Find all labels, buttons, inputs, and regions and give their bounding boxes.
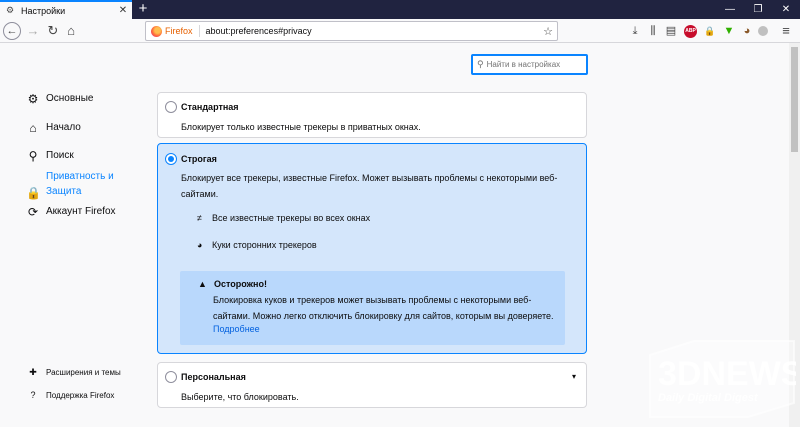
url-bar[interactable]: Firefox about:preferences#privacy ☆	[145, 21, 558, 41]
downloads-icon[interactable]: ⤓	[628, 23, 642, 39]
search-icon: ⚲	[477, 59, 484, 69]
search-input[interactable]	[486, 60, 577, 69]
gear-icon: ⚙	[6, 5, 15, 15]
help-icon: ?	[30, 390, 36, 400]
sidebar-item-account[interactable]: ⟳ Аккаунт Firefox	[26, 206, 116, 218]
learn-more-link[interactable]: Подробнее	[213, 324, 260, 334]
option-description: Выберите, что блокировать.	[181, 392, 299, 402]
option-title: Персональная	[181, 372, 246, 382]
radio-standard[interactable]	[165, 101, 177, 113]
extensions-themes-link[interactable]: ✚ Расширения и темы	[26, 367, 121, 378]
watermark-subtext: Daily Digital Digest	[658, 392, 759, 404]
support-link[interactable]: ? Поддержка Firefox	[26, 390, 114, 400]
watermark-text: 3DNEWS	[658, 355, 796, 393]
library-icon[interactable]: ⫼	[646, 23, 660, 39]
scrollbar-thumb[interactable]	[791, 47, 798, 152]
green-extension-icon[interactable]: ▼	[722, 23, 736, 39]
menu-icon[interactable]: ≡	[778, 23, 794, 39]
bookmark-star-icon[interactable]: ☆	[543, 25, 553, 38]
sidebar-icon[interactable]: ▤	[664, 23, 678, 39]
chevron-down-icon[interactable]: ▾	[572, 372, 576, 381]
warning-box: ▲ Осторожно! Блокировка куков и трекеров…	[180, 271, 565, 345]
bullet-label: Куки сторонних трекеров	[212, 240, 317, 250]
option-standard[interactable]: Стандартная Блокирует только известные т…	[157, 92, 587, 138]
cookie-icon: ◕	[197, 240, 203, 250]
option-strict[interactable]: Строгая Блокирует все трекеры, известные…	[157, 143, 587, 354]
warning-icon: ▲	[198, 279, 207, 289]
radio-strict[interactable]	[165, 153, 177, 165]
sidebar-item-privacy[interactable]: 🔒 Приватность и Защита	[26, 169, 136, 199]
url-text[interactable]: about:preferences#privacy	[206, 26, 544, 36]
navigation-toolbar: ← → ↻ ⌂ Firefox about:preferences#privac…	[0, 19, 800, 43]
home-icon: ⌂	[29, 121, 37, 135]
sidebar-item-general[interactable]: ⚙ Основные	[26, 92, 94, 106]
home-button[interactable]: ⌂	[62, 22, 80, 40]
firefox-icon	[151, 25, 162, 37]
bullet-trackers: ≠ Все известные трекеры во всех окнах	[197, 213, 370, 223]
identity-label[interactable]: Firefox	[165, 26, 193, 36]
option-title: Стандартная	[181, 102, 239, 112]
option-description: Блокирует только известные трекеры в при…	[181, 122, 421, 132]
forward-button[interactable]: →	[24, 22, 42, 40]
tab-settings[interactable]: ⚙ Настройки ✕	[0, 0, 132, 19]
extension-icon[interactable]	[758, 26, 768, 36]
lock-icon: 🔒	[26, 186, 41, 200]
footer-link-label: Поддержка Firefox	[46, 390, 115, 400]
sidebar-item-label: Поиск	[46, 150, 74, 161]
search-settings-field[interactable]: ⚲	[471, 54, 588, 75]
tab-title: Настройки	[21, 5, 66, 16]
radio-custom[interactable]	[165, 371, 177, 383]
option-description: Блокирует все трекеры, известные Firefox…	[181, 173, 558, 199]
reload-button[interactable]: ↻	[44, 22, 62, 40]
bullet-label: Все известные трекеры во всех окнах	[212, 213, 371, 223]
back-button[interactable]: ←	[3, 22, 21, 40]
divider	[198, 25, 200, 37]
sidebar-item-search[interactable]: ⚲ Поиск	[26, 150, 74, 162]
adblock-icon[interactable]: ABP	[684, 25, 697, 38]
sidebar-item-label: Приватность и Защита	[46, 171, 114, 197]
warning-body: Блокировка куков и трекеров может вызыва…	[213, 295, 554, 321]
watermark-graphic: 3DNEWS Daily Digital Digest	[649, 340, 800, 418]
close-tab-icon[interactable]: ✕	[116, 5, 130, 16]
cookie-extension-icon[interactable]: ◕	[740, 23, 754, 39]
tracker-icon: ≠	[197, 213, 202, 223]
warning-title-text: Осторожно!	[214, 279, 267, 289]
puzzle-icon: ✚	[29, 367, 37, 377]
new-tab-button[interactable]: +	[135, 1, 151, 17]
sidebar-item-home[interactable]: ⌂ Начало	[26, 121, 81, 135]
footer-link-label: Расширения и темы	[46, 368, 121, 377]
lock-extension-icon[interactable]: 🔒	[703, 23, 717, 39]
restore-button[interactable]: ❐	[744, 0, 772, 19]
warning-title: ▲ Осторожно!	[198, 279, 267, 289]
tab-bar: ⚙ Настройки ✕ + — ❐ ✕	[0, 0, 800, 19]
sync-icon: ⟳	[27, 205, 39, 219]
sidebar-item-label: Основные	[46, 93, 94, 104]
close-window-button[interactable]: ✕	[772, 0, 800, 19]
sidebar-item-label: Начало	[46, 122, 81, 133]
gear-icon: ⚙	[27, 92, 39, 106]
bullet-cookies: ◕ Куки сторонних трекеров	[197, 240, 317, 250]
sidebar-item-label: Аккаунт Firefox	[46, 206, 116, 217]
option-custom[interactable]: Персональная Выберите, что блокировать. …	[157, 362, 587, 408]
watermark-logo: 3DNEWS Daily Digital Digest	[648, 333, 800, 425]
minimize-button[interactable]: —	[716, 0, 744, 19]
option-title: Строгая	[181, 154, 217, 164]
search-icon: ⚲	[28, 149, 38, 163]
